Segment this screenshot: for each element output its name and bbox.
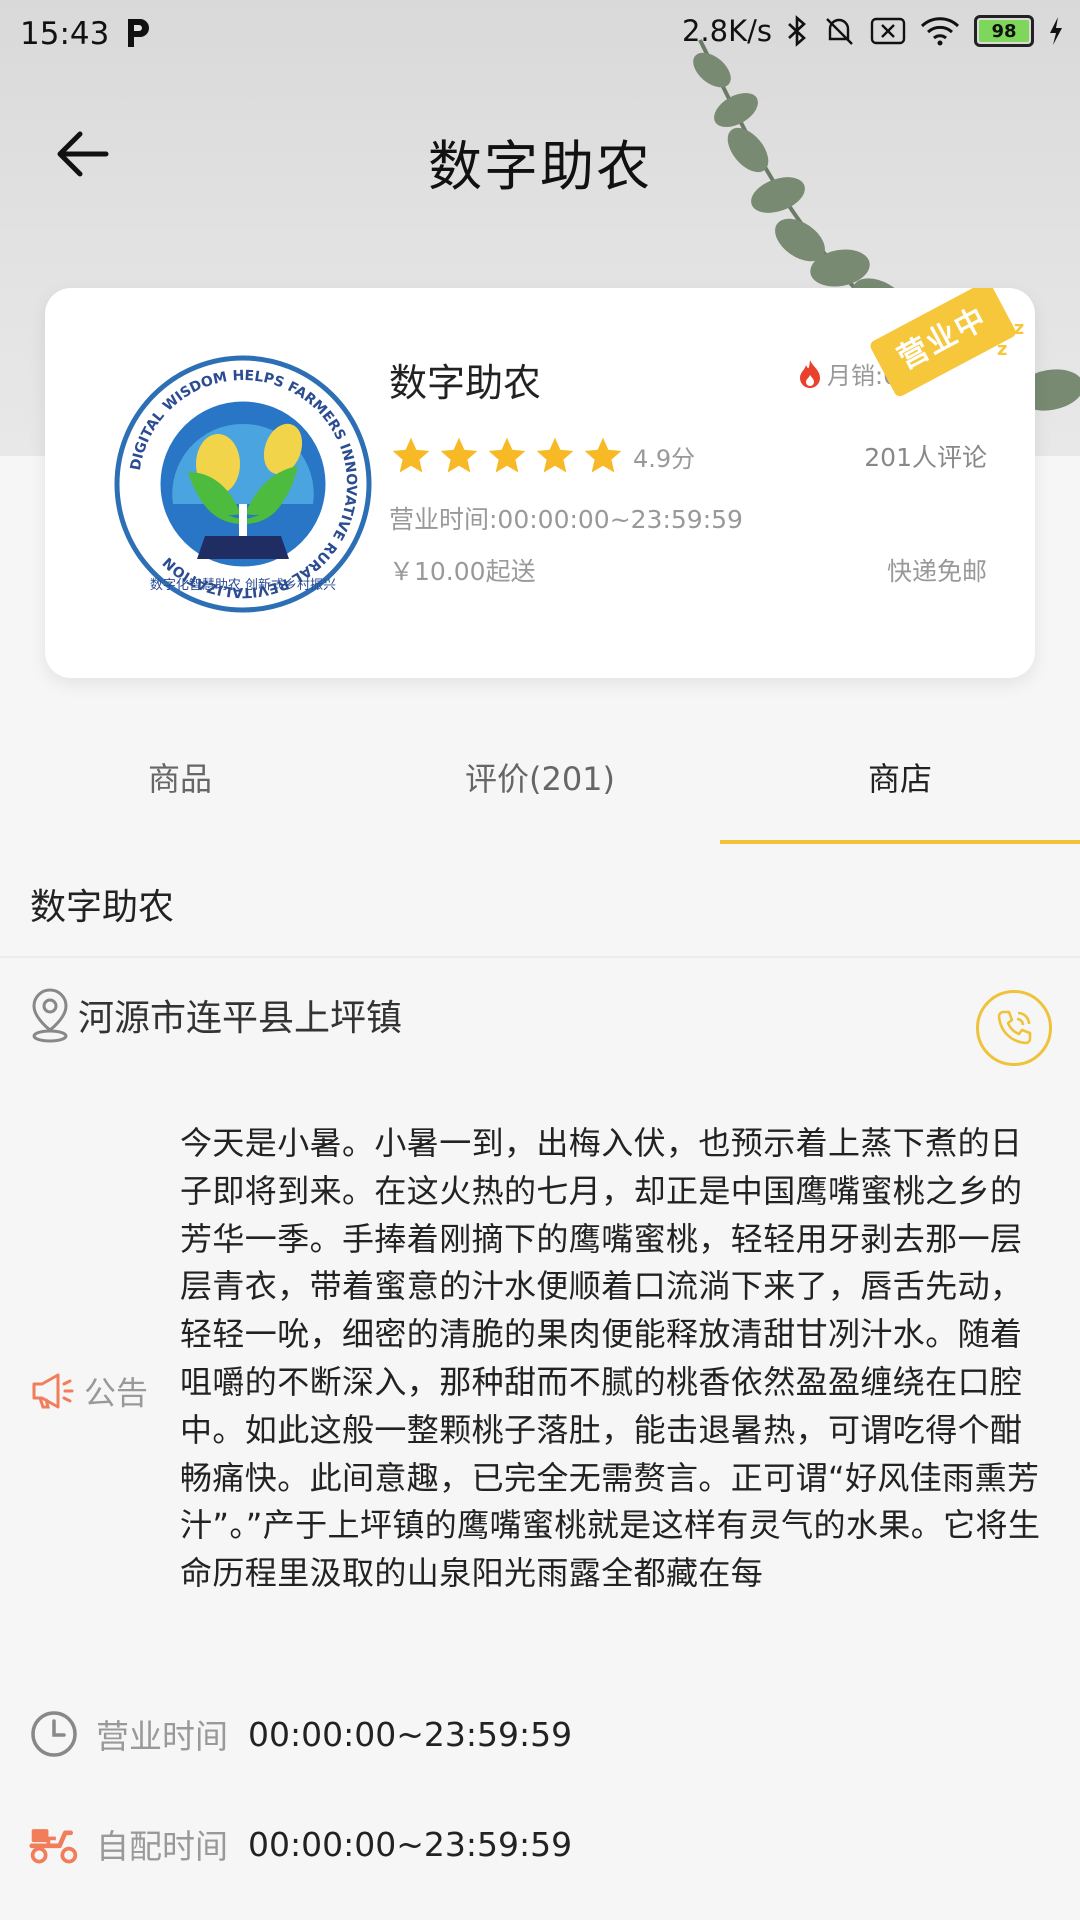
delivery-info: 快递免邮	[886, 557, 987, 586]
tab-label: 商店	[867, 760, 932, 798]
shop-card: DIGITAL WISDOM HELPS FARMERS INNOVATIVE …	[45, 288, 1035, 678]
tab-label: 评价(201)	[464, 760, 616, 798]
store-name: 数字助农	[30, 887, 175, 928]
charging-icon	[1050, 17, 1062, 45]
call-button[interactable]	[976, 990, 1052, 1066]
clock-icon	[31, 1711, 77, 1757]
minimum-order: ￥10.00起送	[389, 557, 536, 586]
delivery-time-label: 自配时间	[96, 1827, 228, 1866]
status-time: 15:43	[20, 16, 110, 52]
battery-icon: 98	[974, 15, 1034, 47]
star-icon	[536, 437, 574, 473]
notice-label: 公告	[30, 1368, 148, 1414]
delivery-time-row: 自配时间 00:00:00~23:59:59	[28, 1818, 572, 1870]
tab-bar: 商品 评价(201) 商店	[0, 720, 1080, 844]
wifi-icon	[920, 17, 960, 46]
tab-store[interactable]: 商店	[720, 720, 1080, 844]
shop-name: 数字助农	[389, 361, 542, 405]
active-tab-indicator	[720, 840, 1080, 844]
tab-label: 商品	[147, 760, 212, 798]
shop-hours: 营业时间:00:00:00~23:59:59	[389, 505, 743, 534]
star-icon	[440, 437, 478, 473]
mute-icon	[826, 18, 853, 45]
status-bar: 15:43 2.8K/s 98	[0, 0, 1080, 72]
scooter-icon	[29, 1829, 78, 1864]
business-hours-value: 00:00:00~23:59:59	[248, 1714, 573, 1754]
location-pin-icon	[32, 988, 68, 1043]
battery-level: 98	[991, 20, 1017, 42]
sim-error-icon	[870, 17, 906, 45]
page-title: 数字助农	[428, 135, 652, 198]
shop-logo: DIGITAL WISDOM HELPS FARMERS INNOVATIVE …	[114, 355, 372, 613]
tab-reviews[interactable]: 评价(201)	[360, 720, 720, 844]
business-hours-label: 营业时间	[96, 1717, 228, 1756]
address-row: 河源市连平县上坪镇	[28, 986, 402, 1044]
rating-stars: 4.9分	[389, 434, 695, 478]
star-icon	[488, 437, 526, 473]
parking-app-icon	[128, 19, 149, 47]
fire-icon	[800, 359, 820, 388]
notice-text: 今天是小暑。小暑一到，出梅入伏，也预示着上蒸下煮的日子即将到来。在这火热的七月，…	[180, 1124, 1041, 1593]
network-speed: 2.8K/s	[681, 14, 772, 48]
star-icon	[584, 437, 622, 473]
delivery-time-value: 00:00:00~23:59:59	[248, 1824, 573, 1864]
star-icon	[392, 437, 430, 473]
phone-icon	[997, 1010, 1032, 1045]
open-status-badge: 营业中	[868, 288, 1018, 399]
sleep-zzz-icon: z z z	[997, 318, 1025, 360]
address-text: 河源市连平县上坪镇	[78, 998, 403, 1039]
logo-cn-text: 数字化智慧助农 创新式乡村振兴	[150, 577, 336, 593]
review-count[interactable]: 201人评论	[864, 438, 987, 474]
notice-label-text: 公告	[84, 1374, 149, 1412]
tab-products[interactable]: 商品	[0, 720, 360, 844]
bluetooth-icon	[788, 15, 806, 47]
business-hours-row: 营业时间 00:00:00~23:59:59	[28, 1708, 572, 1760]
megaphone-icon	[32, 1373, 74, 1409]
rating-score: 4.9分	[633, 444, 696, 473]
divider	[0, 956, 1080, 958]
